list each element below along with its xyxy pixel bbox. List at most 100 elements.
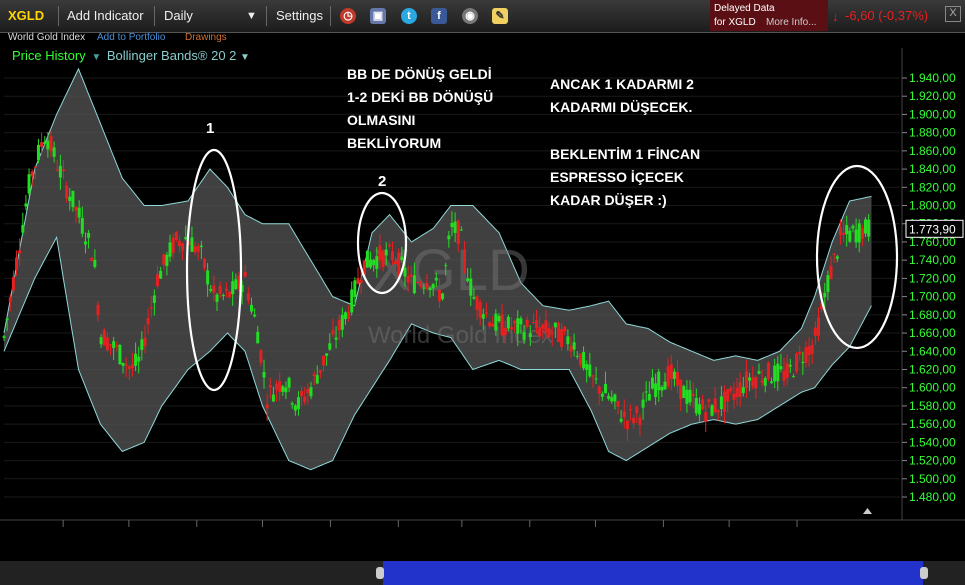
candle-body	[409, 274, 413, 277]
candle-body	[719, 396, 723, 410]
candle-body	[293, 405, 297, 411]
y-tick-label: 1.500,00	[909, 472, 956, 486]
candle-body	[96, 304, 100, 316]
candle-body	[672, 371, 676, 379]
candle-body	[660, 386, 664, 391]
candle-body	[221, 295, 225, 297]
candle-body	[544, 320, 548, 333]
candle-body	[779, 366, 783, 370]
candle-body	[196, 246, 200, 252]
y-tick-label: 1.940,00	[909, 71, 956, 85]
candle-body	[268, 385, 272, 388]
candle-body	[726, 389, 730, 402]
y-tick-label: 1.900,00	[909, 107, 956, 121]
candle-body	[350, 289, 354, 313]
candle-body	[676, 372, 680, 386]
candle-body	[488, 322, 492, 327]
candle-body	[212, 285, 216, 293]
candle-body	[300, 391, 304, 397]
navigator-left-handle[interactable]	[376, 567, 384, 579]
candle-body	[832, 253, 836, 255]
candle-body	[202, 258, 206, 269]
candle-body	[610, 397, 614, 402]
navigator-right-handle[interactable]	[920, 567, 928, 579]
candle-body	[312, 373, 316, 376]
candle-body	[115, 344, 119, 347]
candle-body	[804, 347, 808, 363]
candle-body	[15, 257, 19, 270]
candle-body	[356, 278, 360, 284]
candle-body	[334, 337, 338, 340]
candle-body	[588, 364, 592, 377]
candle-body	[27, 174, 31, 194]
candle-body	[77, 207, 81, 218]
candle-body	[509, 327, 513, 330]
candle-body	[171, 237, 175, 254]
candle-body	[503, 328, 507, 336]
candle-body	[713, 398, 717, 413]
candle-body	[149, 306, 153, 309]
price-chart[interactable]: XGLD World Gold Index 1.480,001.500,001.…	[0, 0, 965, 530]
candle-body	[575, 355, 579, 357]
candle-body	[845, 225, 849, 235]
candle-body	[860, 228, 864, 239]
candle-body	[441, 293, 445, 300]
candle-body	[697, 404, 701, 415]
candle-body	[603, 383, 607, 394]
time-navigator[interactable]	[0, 561, 965, 585]
candle-body	[751, 377, 755, 387]
candle-body	[303, 396, 307, 402]
candle-body	[538, 327, 542, 337]
candle-body	[340, 314, 344, 330]
annotation-label-2: 2	[378, 173, 386, 190]
candle-body	[497, 315, 501, 322]
candle-body	[566, 336, 570, 345]
candle-body	[625, 420, 629, 430]
y-tick-label: 1.640,00	[909, 344, 956, 358]
candle-body	[130, 364, 134, 369]
candle-body	[466, 278, 470, 282]
candle-body	[838, 227, 842, 236]
candle-body	[647, 393, 651, 401]
candle-body	[400, 256, 404, 261]
candle-body	[770, 381, 774, 384]
candle-body	[788, 364, 792, 367]
navigator-window[interactable]	[383, 561, 923, 585]
candle-body	[666, 366, 670, 387]
candle-body	[99, 337, 103, 345]
candle-body	[456, 220, 460, 244]
y-tick-label: 1.620,00	[909, 362, 956, 376]
y-tick-label: 1.920,00	[909, 89, 956, 103]
candle-body	[851, 225, 855, 229]
candle-body	[318, 369, 322, 373]
candle-body	[657, 371, 661, 391]
candle-body	[572, 342, 576, 350]
candle-body	[243, 271, 247, 277]
candle-body	[140, 339, 144, 350]
candle-body	[40, 142, 44, 147]
candle-body	[760, 380, 764, 383]
candle-body	[701, 399, 705, 410]
candle-body	[766, 362, 770, 380]
y-tick-label: 1.680,00	[909, 308, 956, 322]
candle-body	[193, 246, 197, 253]
candle-body	[284, 387, 288, 393]
candle-body	[528, 333, 532, 338]
candle-body	[716, 409, 720, 412]
candle-body	[218, 285, 222, 295]
candle-body	[795, 353, 799, 372]
candle-body	[763, 378, 767, 386]
annotation-text-c-line: BEKLENTİM 1 FİNCAN	[550, 146, 700, 162]
candle-body	[594, 378, 598, 380]
candle-body	[331, 330, 335, 335]
candle-body	[143, 337, 147, 347]
candle-body	[494, 313, 498, 331]
candle-body	[582, 351, 586, 369]
candle-body	[707, 399, 711, 402]
candle-body	[553, 322, 557, 328]
candle-body	[525, 319, 529, 327]
candle-body	[688, 389, 692, 403]
candle-body	[174, 232, 178, 240]
candle-body	[585, 364, 589, 370]
candle-body	[93, 259, 97, 267]
